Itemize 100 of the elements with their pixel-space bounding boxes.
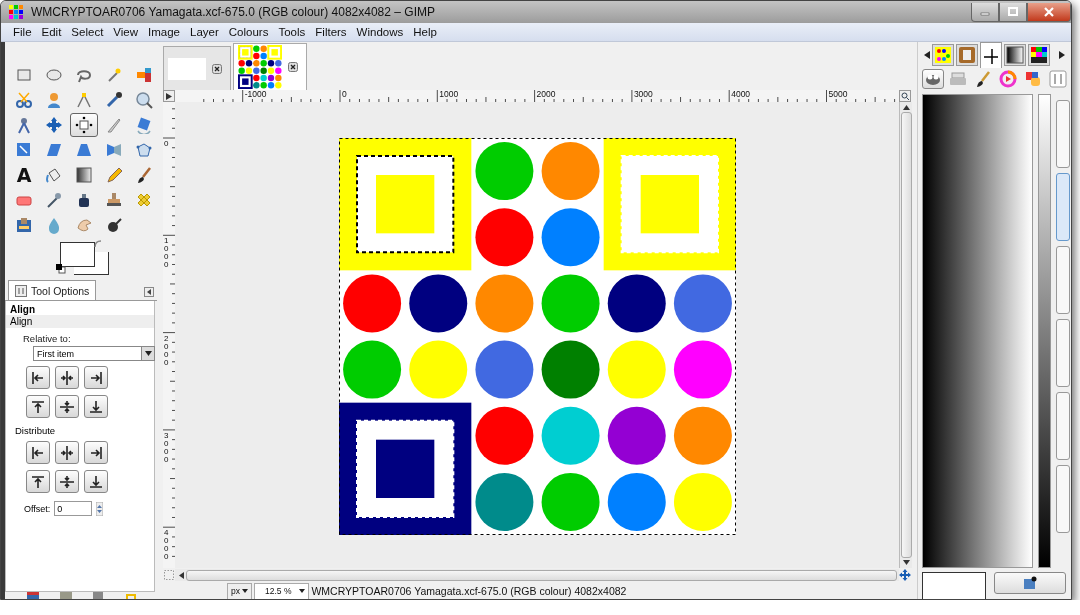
color-swatch[interactable] [922,572,986,599]
status-text: WMCRYPTOAR0706 Yamagata.xcf-675.0 (RGB colour) 4082x4082 [311,585,627,597]
ruler-label: 4000 [731,90,751,99]
side-button[interactable] [1056,245,1070,314]
text-tool-glyph: A [16,165,32,185]
align-right-button[interactable] [84,366,108,389]
ruler-label: 5000 [828,90,848,99]
rectangle-select-icon [15,66,33,84]
dock-tab[interactable] [980,42,1002,68]
unit-dropdown[interactable]: px [227,582,252,599]
close-button[interactable] [1027,2,1071,22]
side-button[interactable] [1056,391,1070,460]
dock-tab[interactable] [1028,44,1050,66]
ruler-label: 2000 [164,334,170,367]
tool-options-tab[interactable]: Tool Options [8,280,97,300]
tool-button[interactable]: A [10,163,38,187]
eyedropper-icon [105,91,123,109]
maximize-button[interactable] [999,2,1027,22]
settings-icon [1049,69,1067,88]
ruler-menu-button[interactable] [163,90,175,102]
zoom-to-fit-button[interactable] [899,90,911,102]
close-icon [212,63,222,74]
ruler-label: 2000 [536,90,556,99]
side-button[interactable] [1056,318,1070,387]
image-tab[interactable] [233,43,307,90]
menu-item[interactable]: Edit [36,26,67,38]
spinner-icon [96,501,104,516]
zoom-dropdown[interactable]: 12.5 % [254,582,310,599]
scale-icon [15,141,33,159]
align-top-button[interactable] [26,395,50,418]
clipboard-icon [958,46,976,64]
airbrush-icon [45,191,63,209]
field-label: Relative to: [22,332,72,344]
tool-button[interactable] [70,113,98,137]
ruler-label: 4000 [164,529,170,562]
perspective-icon [75,141,93,159]
image-thumbnail [168,57,206,80]
offset-field[interactable]: 0 [54,501,93,516]
menu-item[interactable]: Filters [310,26,352,38]
menu-item[interactable]: Image [143,26,185,38]
menu-item[interactable]: Help [408,26,442,38]
align-center-button[interactable] [55,441,79,464]
ruler-label: 3000 [633,90,653,99]
dock-tab[interactable] [1004,44,1026,66]
field-label: Offset: [24,503,51,514]
align-icon [75,116,93,134]
menu-item[interactable]: View [108,26,144,38]
align-middle-button[interactable] [55,395,79,418]
align-center-button[interactable] [55,366,79,389]
menu-item[interactable]: Colours [223,26,274,38]
menu-item[interactable]: Tools [273,26,311,38]
ruler-label: 1000 [164,237,170,270]
align-top-button[interactable] [26,470,50,493]
ruler-label: 3000 [164,431,170,464]
arrow-down-icon [902,560,910,565]
quick-mask-icon [164,570,174,580]
menu-item[interactable]: Windows [351,26,409,38]
frame-center-square [640,175,699,234]
paintbrush-icon [974,69,992,88]
frame-center-square [376,175,435,234]
caret-icon [242,589,248,593]
cage-icon [135,141,153,159]
pen-path-icon [75,91,93,109]
align-left-button[interactable] [26,366,50,389]
edit-icon [1023,576,1037,590]
printer-icon [949,69,967,88]
menu-item[interactable]: Layer [185,26,224,38]
save-icon [27,592,39,599]
triangle-right-icon [166,92,172,100]
edit-button[interactable] [994,572,1066,594]
align-bottom-button[interactable] [84,395,108,418]
minimize-button[interactable] [971,2,999,22]
menu-item[interactable]: File [8,26,37,38]
configure-button[interactable] [144,287,154,297]
ruler-label: 0 [164,140,170,148]
panel-heading: Align [9,304,36,315]
triangle-left-icon [145,288,153,296]
align-left-button[interactable] [26,441,50,464]
align-bottom-button[interactable] [84,470,108,493]
side-button[interactable] [1056,99,1070,168]
color-palette-icon [1030,46,1048,64]
ruler-label: -1000 [244,90,267,99]
brush-shape-icon [982,46,1000,65]
figure-icon [45,91,63,109]
align-middle-button[interactable] [55,470,79,493]
menu-item[interactable]: Select [66,26,109,38]
side-button[interactable] [1056,464,1070,533]
navigate-icon [899,569,911,581]
section-label: Distribute [14,424,57,436]
align-right-button[interactable] [84,441,108,464]
relative-to-dropdown[interactable]: First item [33,346,155,361]
bucket-icon [45,166,63,184]
image-thumbnail [238,45,282,89]
dock-tab[interactable] [932,44,954,66]
maximize-icon [1008,7,1018,16]
tool-options-icon [15,284,27,297]
align-center-icon [58,368,76,387]
zoom-icon [135,91,153,109]
ellipse-select-icon [45,66,63,84]
stamp-icon [105,191,123,209]
